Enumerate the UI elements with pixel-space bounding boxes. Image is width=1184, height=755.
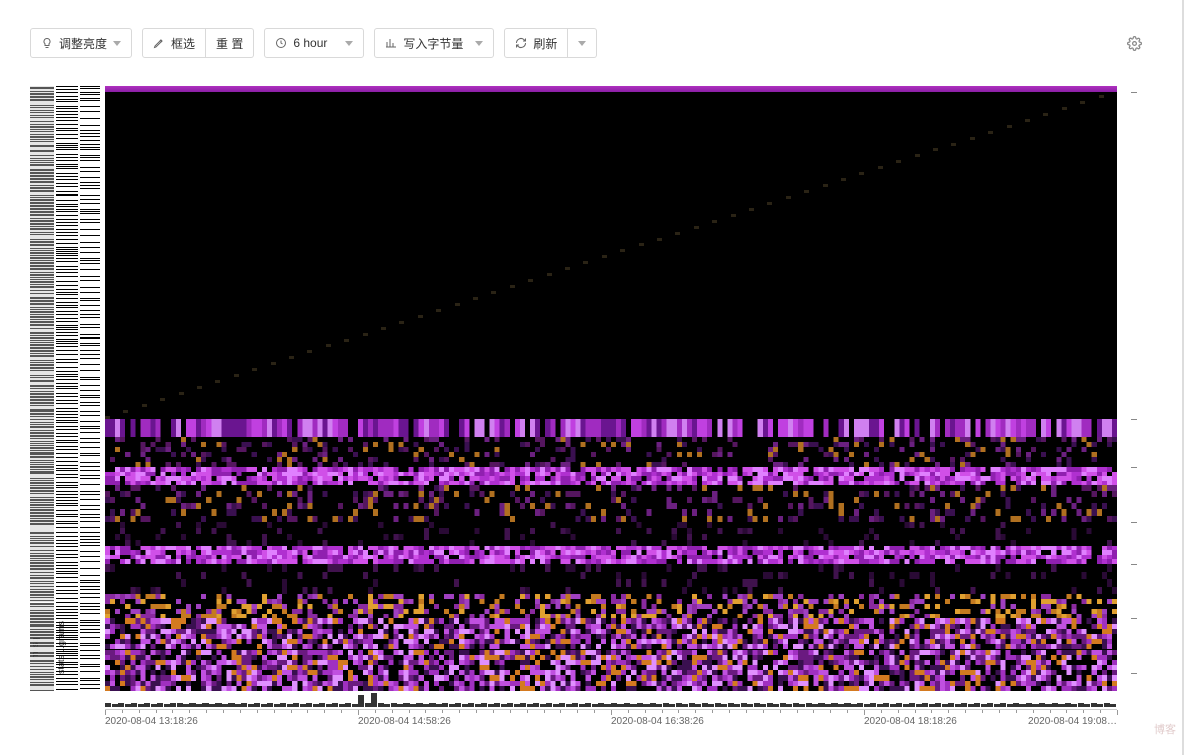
refresh-group: 刷新 [504,28,597,58]
x-axis-label: 2020-08-04 19:08… [1028,716,1117,727]
chevron-down-icon [113,41,121,46]
refresh-interval-button[interactable] [568,28,597,58]
select-reset-group: 框选 重 置 [142,28,254,58]
time-range-label: 6 hour [293,36,327,50]
brightness-label: 调整亮度 [59,35,107,52]
chevron-down-icon [345,41,353,46]
settings-button[interactable] [1127,36,1142,54]
bulb-icon [41,37,53,49]
time-range-select[interactable]: 6 hour [264,28,364,58]
clock-icon [275,37,287,49]
refresh-label: 刷新 [533,35,557,52]
left-tracks: mysql stats…grams [30,86,102,691]
x-axis-label: 2020-08-04 13:18:26 [105,716,198,727]
brightness-button[interactable]: 调整亮度 [30,28,132,58]
bar-chart-icon [385,37,397,49]
box-select-button[interactable]: 框选 [142,28,206,58]
x-axis-label: 2020-08-04 18:18:26 [864,716,957,727]
heatmap[interactable] [105,86,1117,691]
chevron-down-icon [475,41,483,46]
watermark: 博客 [1154,721,1176,737]
x-axis: 2020-08-04 13:18:26 2020-08-04 14:58:26 20… [105,709,1117,733]
select-label: 框选 [171,35,195,52]
left-track-1[interactable]: stats…grams [56,86,78,691]
reset-label: 重 置 [216,35,243,52]
reset-button[interactable]: 重 置 [206,28,254,58]
left-track-2[interactable] [80,86,100,691]
chevron-down-icon [578,41,586,46]
chart-area: mysql stats…grams 2020-08-04 13:18:26202… [30,86,1152,733]
right-scale [1123,86,1137,691]
refresh-icon [515,37,527,49]
metric-select[interactable]: 写入字节量 [374,28,494,58]
refresh-button[interactable]: 刷新 [504,28,568,58]
x-axis-label: 2020-08-04 14:58:26 [358,716,451,727]
metric-label: 写入字节量 [403,35,463,52]
toolbar: 调整亮度 框选 重 置 6 hour [0,0,1182,58]
pencil-icon [153,37,165,49]
left-track-0[interactable]: mysql [30,86,54,691]
bottom-histogram [105,693,1117,707]
x-axis-label: 2020-08-04 16:38:26 [611,716,704,727]
